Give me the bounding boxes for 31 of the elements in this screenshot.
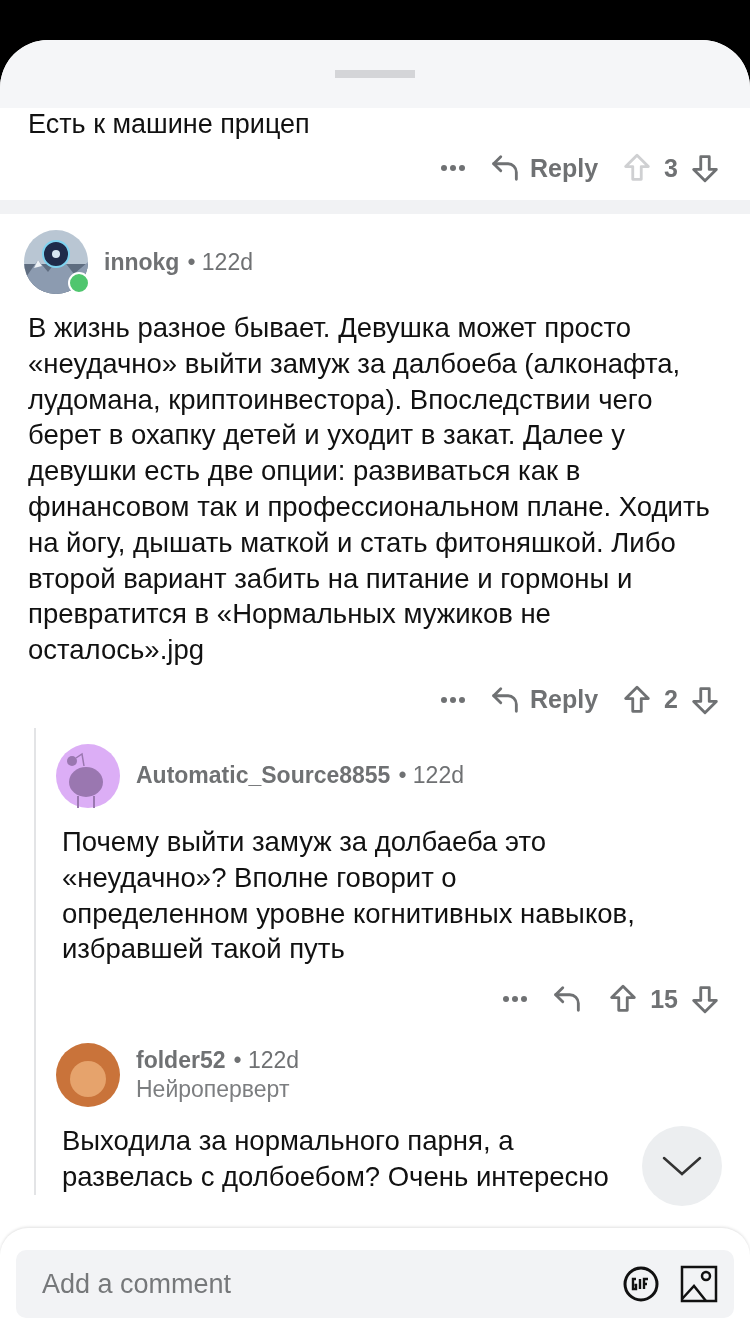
username[interactable]: Automatic_Source8855: [136, 762, 391, 790]
reply-button[interactable]: Reply: [488, 151, 599, 185]
user-flair: Нейроперверт: [136, 1076, 291, 1104]
comment-age: • 122d: [398, 762, 464, 790]
username[interactable]: innokg: [104, 248, 180, 276]
drag-handle[interactable]: [335, 70, 415, 78]
avatar-icon: [56, 1043, 120, 1108]
comment-text: Выходила за нормального парня, а развелась с долбоебом? Очень интересно: [62, 1124, 610, 1194]
comment-text: Есть к машине прицеп: [28, 108, 311, 140]
avatar-icon: [56, 743, 120, 808]
vote-score: 3: [664, 153, 678, 183]
image-button[interactable]: [680, 1265, 718, 1303]
reply-button[interactable]: Reply: [488, 682, 599, 717]
comment-age: • 122d: [187, 248, 253, 276]
vote-score: 2: [664, 685, 678, 715]
more-icon: [502, 995, 529, 1004]
more-icon: [440, 164, 466, 172]
more-button[interactable]: [440, 695, 466, 704]
username[interactable]: folder52: [136, 1047, 226, 1075]
more-icon: [440, 695, 466, 704]
more-button[interactable]: [440, 164, 466, 172]
gif-icon: [622, 1265, 660, 1303]
comment-text: В жизнь разное бывает. Девушка может просто «неудачно» выйти замуж за далбоеба (алконафта, лудомана, криптоинвестора). Впоследствии чего берет в охапку детей и уходит в закат. Далее у девушки есть две опции: развиваться как в финансовом так и профессиональном плане. Ходить на йогу, дышать маткой и стать фитоняшкой. Либо второй вариант забить на питание и гормоны и превратится в «Нормальных мужиков не осталось».jpg: [28, 311, 711, 668]
comment-text: Почему выйти замуж за долбаеба это «неудачно»? Вполне говорит о определенном уровне когнитивных навыков, избравшей такой путь: [62, 824, 636, 967]
comment-age: • 122d: [233, 1047, 300, 1075]
comment-field[interactable]: Add a comment: [16, 1250, 734, 1318]
vote-score: 15: [650, 984, 678, 1014]
image-icon: [680, 1265, 718, 1303]
chevron-down-icon: [660, 1154, 704, 1178]
gif-button[interactable]: [622, 1265, 660, 1303]
more-button[interactable]: [502, 995, 529, 1004]
